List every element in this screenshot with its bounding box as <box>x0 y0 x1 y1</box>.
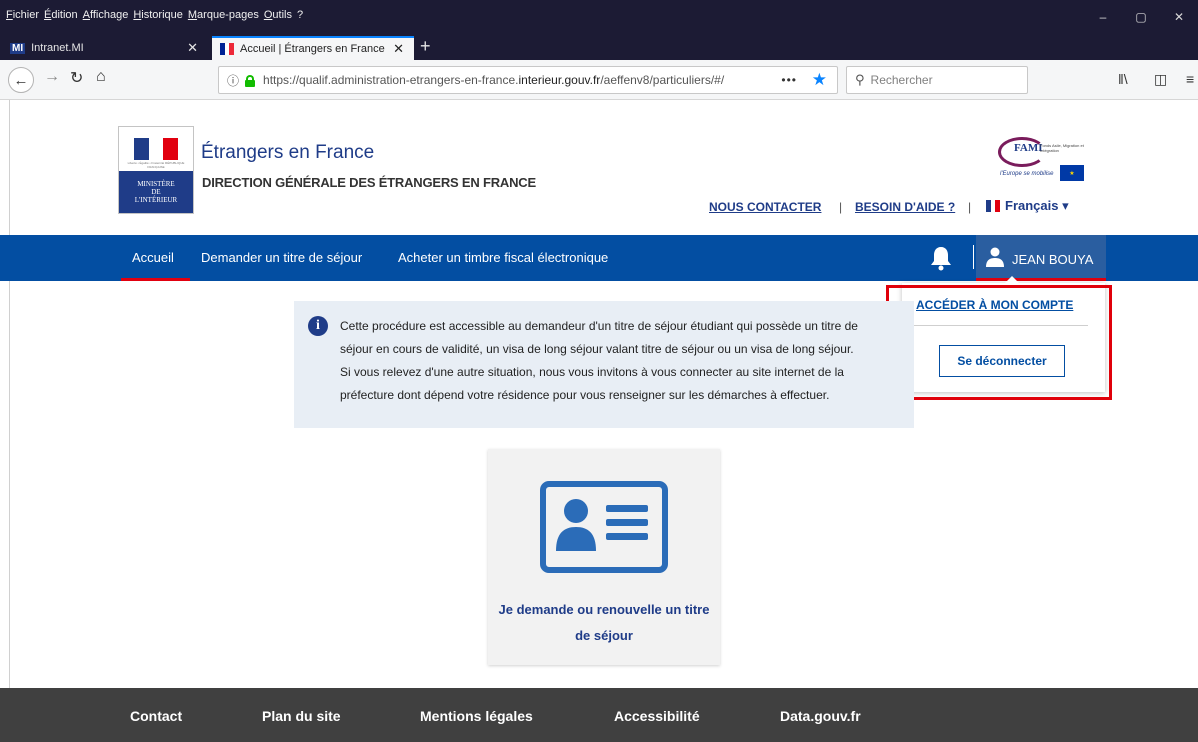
forward-arrow-icon[interactable]: → <box>44 68 60 86</box>
footer: Contact Plan du site Mentions légales Ac… <box>0 688 1198 742</box>
minimize-button[interactable]: – <box>1084 0 1122 34</box>
info-icon[interactable]: ⓘ <box>227 72 239 89</box>
menu-bar: Fichier Édition Affichage Historique Mar… <box>0 0 1198 34</box>
back-arrow-icon[interactable]: ← <box>8 67 34 93</box>
browser-toolbar: ← → ↻ ⌂ ⓘ https://qualif.administration-… <box>0 60 1198 100</box>
eu-flag-icon: ★ <box>1060 165 1084 181</box>
search-icon: ⚲ <box>855 72 865 87</box>
nav-accueil[interactable]: Accueil <box>132 250 174 265</box>
restore-button[interactable]: ▢ <box>1122 0 1160 34</box>
library-icon[interactable]: ǁ\ <box>1118 71 1128 87</box>
url-text: https://qualif.administration-etrangers-… <box>263 73 725 87</box>
header-separator: | <box>968 200 972 214</box>
language-label: Français ▾ <box>1005 198 1069 213</box>
info-circle-icon: i <box>308 316 328 336</box>
footer-datagouv-link[interactable]: Data.gouv.fr <box>780 708 861 724</box>
header-separator: | <box>839 200 843 214</box>
user-active-indicator <box>976 278 1106 281</box>
footer-accessibility-link[interactable]: Accessibilité <box>614 708 700 724</box>
close-window-button[interactable]: ✕ <box>1160 0 1198 34</box>
page-actions-icon[interactable]: ••• <box>781 73 797 87</box>
french-flag-favicon <box>220 43 235 55</box>
window-controls: – ▢ ✕ <box>1084 0 1198 34</box>
info-box: i Cette procédure est accessible au dema… <box>294 301 914 428</box>
highlight-annotation <box>886 285 1112 400</box>
mi-favicon-label: MI <box>10 42 26 54</box>
tab-close-icon[interactable]: ✕ <box>187 40 198 56</box>
reload-icon[interactable]: ↻ <box>70 68 83 88</box>
tab-intranet-label: Intranet.MI <box>31 42 84 54</box>
ministry-logo[interactable]: Liberté • Égalité • Fraternité RÉPUBLIQU… <box>118 126 194 214</box>
language-selector[interactable]: Français ▾ <box>986 198 1069 214</box>
user-name: JEAN BOUYA <box>1012 252 1094 267</box>
bookmark-star-icon[interactable]: ★ <box>812 70 827 90</box>
new-tab-button[interactable]: + <box>420 36 431 56</box>
intranet-favicon: MI <box>10 42 26 54</box>
ministry-name: MINISTÈRE DE L'INTÉRIEUR <box>119 171 193 213</box>
fami-logo: FAMI Fonds Asile, Migration et Intégrati… <box>996 135 1092 185</box>
nav-acheter-timbre[interactable]: Acheter un timbre fiscal électronique <box>398 250 608 265</box>
menu-icon[interactable]: ≡ <box>1186 71 1194 87</box>
active-nav-indicator <box>121 278 190 281</box>
home-icon[interactable]: ⌂ <box>96 68 106 86</box>
dropdown-arrow <box>1004 276 1020 284</box>
nav-separator <box>973 245 974 269</box>
info-line: Cette procédure est accessible au demand… <box>340 319 858 333</box>
contact-link[interactable]: NOUS CONTACTER <box>709 200 821 214</box>
tab-close-icon[interactable]: ✕ <box>393 41 404 57</box>
footer-legal-link[interactable]: Mentions légales <box>420 708 533 724</box>
footer-sitemap-link[interactable]: Plan du site <box>262 708 341 724</box>
menu-marque-pages[interactable]: Marque-pages <box>188 9 259 21</box>
lock-icon <box>245 74 256 87</box>
url-bar[interactable]: ⓘ https://qualif.administration-etranger… <box>218 66 838 94</box>
user-icon <box>986 247 1004 267</box>
info-text: Cette procédure est accessible au demand… <box>340 315 914 407</box>
tab-intranet[interactable]: MI Intranet.MI ✕ <box>2 36 208 60</box>
menu-help[interactable]: ? <box>297 9 303 21</box>
nav-demander-titre[interactable]: Demander un titre de séjour <box>201 250 362 265</box>
page-left-edge <box>0 100 10 688</box>
search-placeholder: Rechercher <box>870 73 933 87</box>
menu-fichier[interactable]: Fichier <box>6 9 39 21</box>
id-card-icon <box>540 481 668 573</box>
menu-outils[interactable]: Outils <box>264 9 292 21</box>
footer-contact-link[interactable]: Contact <box>130 708 182 724</box>
help-link[interactable]: BESOIN D'AIDE ? <box>855 200 955 214</box>
site-title[interactable]: Étrangers en France <box>201 142 374 164</box>
info-line: Si vous relevez d'une autre situation, n… <box>340 365 844 379</box>
logo-motto: Liberté • Égalité • Fraternité RÉPUBLIQU… <box>127 161 185 169</box>
bell-icon[interactable] <box>930 245 952 271</box>
site-subtitle: DIRECTION GÉNÉRALE DES ÉTRANGERS EN FRAN… <box>202 175 536 190</box>
tab-accueil-label: Accueil | Étrangers en France <box>240 43 385 55</box>
info-line: préfecture dont dépend votre résidence p… <box>340 388 830 402</box>
user-menu-toggle[interactable]: JEAN BOUYA <box>976 235 1106 281</box>
tab-accueil[interactable]: Accueil | Étrangers en France ✕ <box>212 36 414 60</box>
menu-edition[interactable]: Édition <box>44 9 78 21</box>
menu-historique[interactable]: Historique <box>133 9 183 21</box>
card-label[interactable]: Je demande ou renouvelle un titre de séj… <box>488 597 720 649</box>
sidebar-icon[interactable]: ◫ <box>1154 71 1167 88</box>
french-flag-icon <box>986 200 1001 212</box>
tab-bar: MI Intranet.MI ✕ Accueil | Étrangers en … <box>0 34 1198 60</box>
menu-affichage[interactable]: Affichage <box>83 9 129 21</box>
menu-items: Fichier Édition Affichage Historique Mar… <box>6 9 308 21</box>
residence-permit-card[interactable]: Je demande ou renouvelle un titre de séj… <box>488 449 720 665</box>
search-input[interactable]: ⚲ Rechercher <box>846 66 1028 94</box>
info-line: séjour en cours de validité, un visa de … <box>340 342 854 356</box>
